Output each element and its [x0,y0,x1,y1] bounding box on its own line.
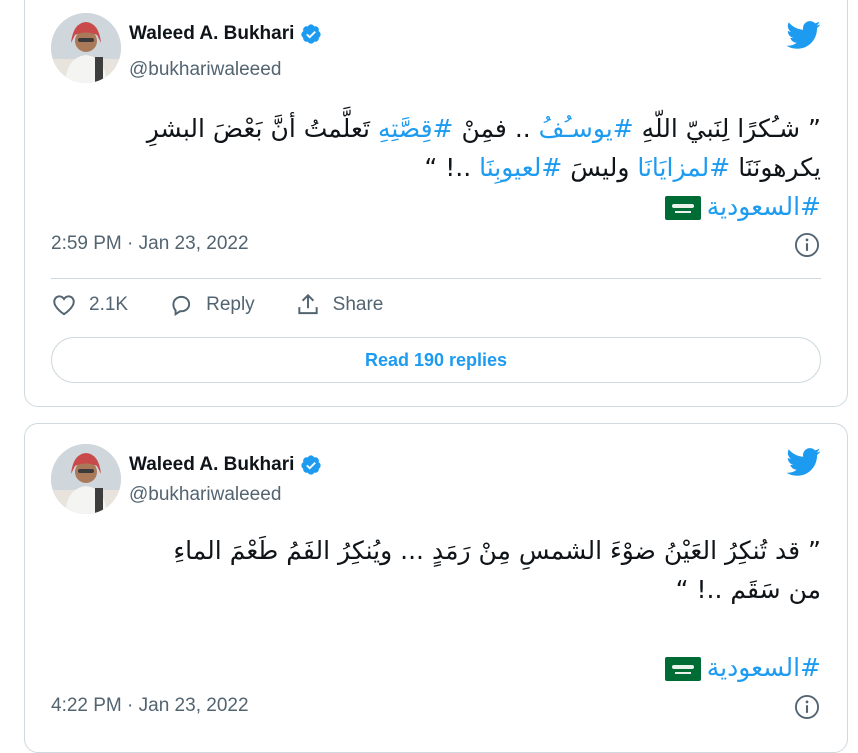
tweet-text: ” قد تُنكِرُ العَيْنُ ضوْءَ الشمسِ مِنْ … [41,531,821,687]
author-avatar[interactable] [51,444,121,514]
tweet-text-line: #السعودية [41,187,821,226]
saudi-flag-emoji [664,657,701,681]
like-count: 2.1K [89,294,129,315]
author-handle[interactable]: @bukhariwaleeed [129,59,281,81]
tweet-text: ” شـُكرًا لِنَبيّ اللّهِ #يوسـُفُ .. فمِ… [41,109,821,226]
share-label: Share [332,294,384,315]
author-name[interactable]: Waleed A. Bukhari [129,23,294,45]
read-replies-button[interactable]: Read 190 replies [51,337,821,383]
saudi-flag-emoji [664,196,701,220]
text-segment: يكرهونَنَا [730,153,821,182]
tweet-text-line [41,609,821,648]
author-avatar[interactable] [51,13,121,83]
like-button[interactable]: 2.1K [51,292,128,318]
author-handle[interactable]: @bukhariwaleeed [129,484,281,506]
text-segment: من سَقَم ..! “ [675,575,821,604]
share-button[interactable]: Share [295,292,384,318]
hashtag-link[interactable]: #قِصَّتِهِ [378,114,454,143]
tweet-card[interactable]: Waleed A. Bukhari @bukhariwaleeed ” شـُك… [24,0,848,407]
info-icon[interactable] [793,693,821,721]
author-name-row: Waleed A. Bukhari [129,23,322,45]
author-name[interactable]: Waleed A. Bukhari [129,454,294,476]
tweet-text-line: يكرهونَنَا #لمزايَانَا وليسَ #لعيوبِنَا … [41,148,821,187]
verified-badge-icon [300,454,322,476]
tweet-timestamp[interactable]: 4:22 PM · Jan 23, 2022 [51,695,249,717]
heart-icon [53,295,75,316]
tweet-text-line: ” شـُكرًا لِنَبيّ اللّهِ #يوسـُفُ .. فمِ… [41,109,821,148]
info-icon[interactable] [793,231,821,259]
hashtag-link[interactable]: #لعيوبِنَا [479,153,562,182]
text-segment: تَعلَّمتُ أنَّ بَعْضَ البشرِ [146,114,378,143]
tweet-actions: 2.1K Reply Share [51,292,423,318]
verified-badge-icon [300,23,322,45]
twitter-bird-icon[interactable] [785,444,821,480]
reply-button[interactable]: Reply [168,292,255,318]
tweet-text-line: ” قد تُنكِرُ العَيْنُ ضوْءَ الشمسِ مِنْ … [41,531,821,570]
tweet-text-line: من سَقَم ..! “ [41,570,821,609]
reply-bubble-icon [172,295,191,317]
tweet-text-line: #السعودية [41,648,821,687]
tweet-timestamp[interactable]: 2:59 PM · Jan 23, 2022 [51,233,249,255]
text-segment: ” قد تُنكِرُ العَيْنُ ضوْءَ الشمسِ مِنْ … [173,536,821,565]
author-name-row: Waleed A. Bukhari [129,454,322,476]
hashtag-link[interactable]: #السعودية [707,653,821,682]
twitter-bird-icon[interactable] [785,17,821,53]
share-upload-icon [298,293,318,315]
hashtag-link[interactable]: #السعودية [707,192,821,221]
text-segment: وليسَ [562,153,638,182]
divider [51,278,821,279]
reply-label: Reply [206,294,255,315]
tweet-card[interactable]: Waleed A. Bukhari @bukhariwaleeed ” قد ت… [24,423,848,753]
text-segment: .. فمِنْ [453,114,539,143]
hashtag-link[interactable]: #لمزايَانَا [637,153,730,182]
hashtag-link[interactable]: #يوسـُفُ [539,114,634,143]
text-segment: ..! “ [424,153,480,182]
text-segment: ” شـُكرًا لِنَبيّ اللّهِ [633,114,821,143]
